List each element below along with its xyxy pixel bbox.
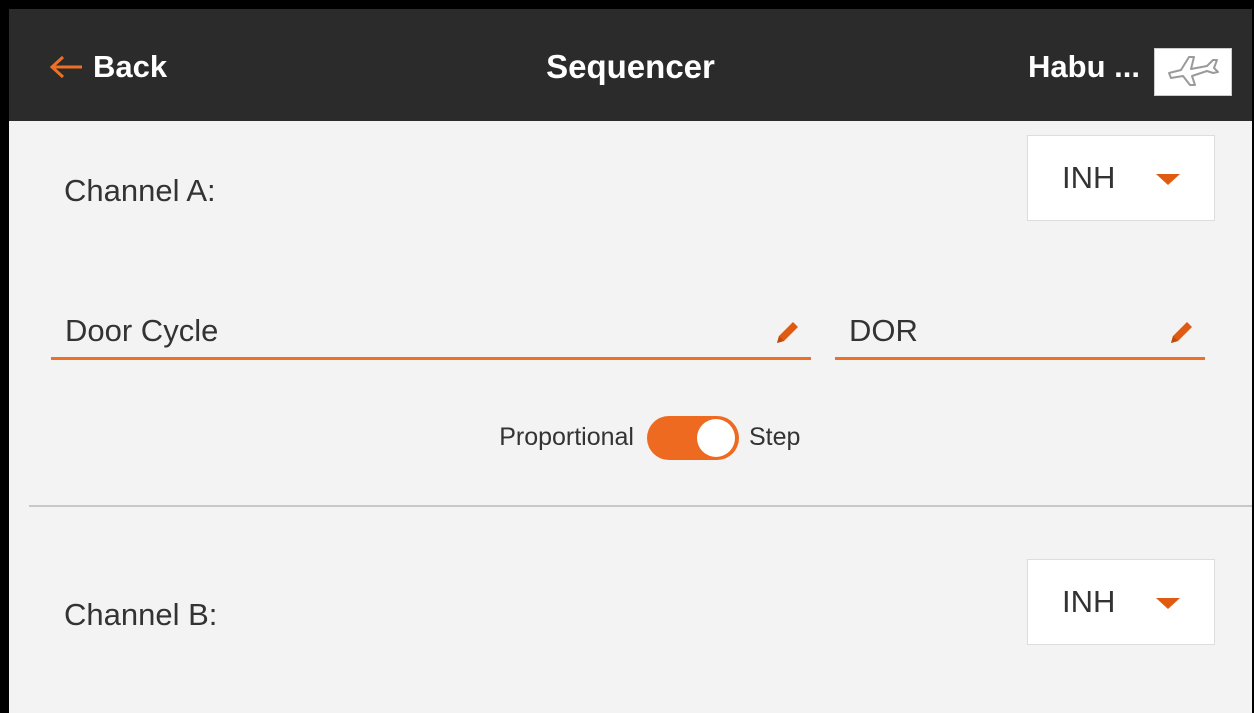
toggle-knob — [697, 419, 735, 457]
step-label: Step — [749, 423, 801, 451]
section-divider — [29, 505, 1252, 507]
channel-a-label: Channel A: — [64, 173, 216, 208]
mode-toggle-row: Proportional Step — [9, 411, 1252, 461]
top-bar: Back Sequencer Habu ... — [9, 9, 1252, 121]
mode-toggle-switch[interactable] — [647, 416, 739, 460]
channel-a-switch-value: INH — [1062, 160, 1116, 195]
sequence-name-field[interactable]: Door Cycle — [51, 311, 811, 360]
proportional-label: Proportional — [499, 423, 634, 451]
channel-b-switch-dropdown[interactable]: INH — [1027, 559, 1215, 645]
sequencer-screen: Back Sequencer Habu ... Channel A: INH D… — [0, 0, 1254, 713]
model-name[interactable]: Habu ... — [1028, 47, 1140, 87]
airplane-icon — [1163, 51, 1223, 94]
chevron-down-icon — [1156, 174, 1180, 185]
channel-b-label: Channel B: — [64, 597, 218, 632]
sequence-short-name-value: DOR — [849, 313, 918, 348]
sequence-short-name-field[interactable]: DOR — [835, 311, 1205, 360]
channel-b-switch-value: INH — [1062, 584, 1116, 619]
sequence-name-value: Door Cycle — [65, 313, 219, 348]
channel-a-switch-dropdown[interactable]: INH — [1027, 135, 1215, 221]
model-thumbnail[interactable] — [1154, 48, 1232, 96]
pencil-icon[interactable] — [773, 317, 803, 352]
pencil-icon[interactable] — [1167, 317, 1197, 352]
chevron-down-icon — [1156, 598, 1180, 609]
